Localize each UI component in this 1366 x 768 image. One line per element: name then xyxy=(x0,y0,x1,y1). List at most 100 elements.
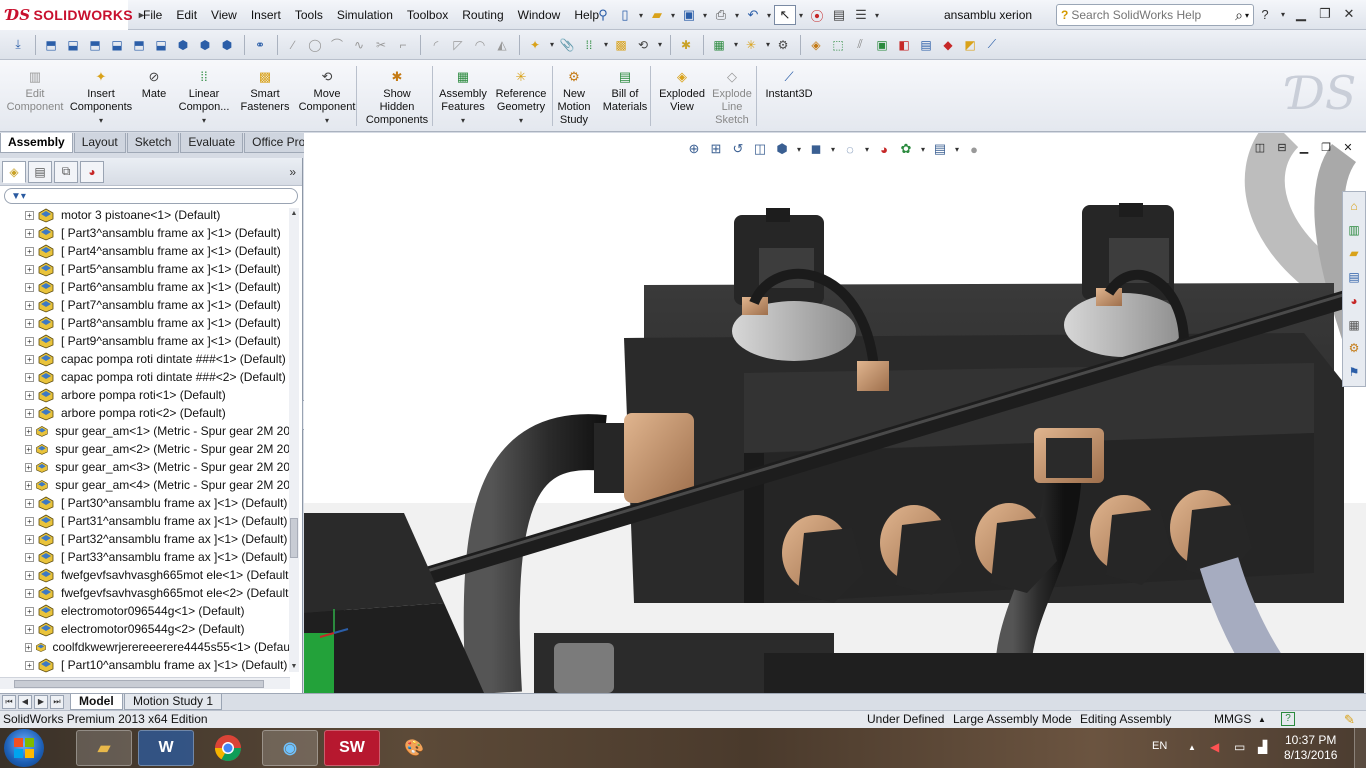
network-status-icon[interactable]: ▭ xyxy=(1234,740,1245,754)
first-tab-icon[interactable]: ⏮ xyxy=(2,695,16,709)
configuration-manager-tab-icon[interactable]: ⧉ xyxy=(54,160,78,183)
clock[interactable]: 10:37 PM 8/13/2016 xyxy=(1284,733,1337,763)
previous-tab-icon[interactable]: ◀ xyxy=(18,695,32,709)
tab-model[interactable]: Model xyxy=(70,694,123,710)
new-motion-study-button[interactable]: ⚙ New Motion Study xyxy=(556,66,592,127)
open-dropdown-icon[interactable]: ▾ xyxy=(668,5,678,25)
search-dropdown-icon[interactable]: ▾ xyxy=(1245,11,1249,20)
tree-item[interactable]: + [ Part32^ansamblu frame ax ]<1> (Defaul… xyxy=(0,530,290,548)
new-dropdown-icon[interactable]: ▾ xyxy=(636,5,646,25)
tree-item[interactable]: + [ Part5^ansamblu frame ax ]<1> (Default… xyxy=(0,260,290,278)
routing-library-icon[interactable]: ⚙ xyxy=(1344,339,1364,359)
linear-component-button[interactable]: ⁞⁞ Linear Compon... ▾ xyxy=(178,66,230,127)
edit-component-button[interactable]: ▥ Edit Component xyxy=(6,66,64,114)
tree-item[interactable]: + arbore pompa roti<2> (Default) xyxy=(0,404,290,422)
apply-scene-icon[interactable]: ✿ xyxy=(896,139,916,159)
trimetric-view-icon[interactable]: ⬢ xyxy=(195,35,215,55)
expand-toggle-icon[interactable]: + xyxy=(25,534,34,544)
scroll-up-icon[interactable]: ▲ xyxy=(289,210,299,217)
toolbar-tool-3-icon[interactable]: ⫽ xyxy=(850,35,870,55)
units-selector[interactable]: MMGS xyxy=(1214,712,1251,726)
smart-fasteners-button[interactable]: ▩ Smart Fasteners xyxy=(238,66,292,114)
expand-toggle-icon[interactable]: + xyxy=(25,264,34,274)
view-settings-dropdown-icon[interactable]: ▾ xyxy=(952,139,962,159)
reference-geometry-toolbar-icon[interactable]: ✳ xyxy=(741,35,761,55)
print-dropdown-icon[interactable]: ▾ xyxy=(732,5,742,25)
view-palette-icon[interactable]: ▤ xyxy=(1344,267,1364,287)
tree-item[interactable]: + arbore pompa roti<1> (Default) xyxy=(0,386,290,404)
pin-icon[interactable]: ⚲ xyxy=(592,5,614,25)
tab-assembly[interactable]: Assembly xyxy=(0,133,73,153)
tree-item[interactable]: + [ Part10^ansamblu frame ax ]<1> (Defaul… xyxy=(0,656,290,674)
expand-toggle-icon[interactable]: + xyxy=(25,588,34,598)
network-signal-icon[interactable]: ▟ xyxy=(1258,740,1267,754)
taskbar-chrome-icon[interactable] xyxy=(200,730,256,766)
insert-component-dropdown-icon[interactable]: ▾ xyxy=(547,35,557,55)
save-dropdown-icon[interactable]: ▾ xyxy=(700,5,710,25)
insert-component-toolbar-icon[interactable]: ✦ xyxy=(525,35,545,55)
expand-toggle-icon[interactable]: + xyxy=(25,552,34,562)
expand-toggle-icon[interactable]: + xyxy=(25,408,34,418)
tree-item[interactable]: + fwefgevfsavhvasgh665mot ele<2> (Default xyxy=(0,584,290,602)
tree-item[interactable]: + spur gear_am<3> (Metric - Spur gear 2M … xyxy=(0,458,290,476)
tree-vertical-scrollbar[interactable]: ▲ ▼ xyxy=(289,208,299,672)
graphics-area[interactable]: ⊕ ⊞ ↺ ◫ ⬢ ▾ ◼ ▾ ◌ ▾ ◕ ✿ ▾ ▤ ▾ ● ◫ ⊟ ▁ ❐ ✕ ⌂ ▥… xyxy=(304,133,1366,693)
select-cursor-icon[interactable]: ↖ xyxy=(774,5,796,25)
tree-item[interactable]: + coolfdkwewrjerereeerere4445s55<1> (Defa… xyxy=(0,638,290,656)
expand-toggle-icon[interactable]: + xyxy=(25,660,34,670)
volume-icon[interactable]: ◀ xyxy=(1210,740,1219,754)
top-view-icon[interactable]: ⬒ xyxy=(129,35,149,55)
tasks-icon[interactable]: ⚑ xyxy=(1344,362,1364,382)
notification-icon[interactable]: ✎ xyxy=(1344,712,1355,728)
show-hidden-components-button[interactable]: ✱ Show Hidden Components xyxy=(364,66,430,127)
tree-item[interactable]: + capac pompa roti dintate ###<2> (Defaul… xyxy=(0,368,290,386)
restore-icon[interactable]: ❐ xyxy=(1314,4,1336,24)
minimize-icon[interactable]: ▁ xyxy=(1290,4,1312,24)
menu-file[interactable]: File xyxy=(136,0,169,30)
toolbar-tool-4-icon[interactable]: ▣ xyxy=(872,35,892,55)
move-component-button[interactable]: ⟲ Move Component ▾ xyxy=(296,66,358,127)
toolbar-tool-9-icon[interactable]: ⟋ xyxy=(982,35,1002,55)
previous-view-icon[interactable]: ↺ xyxy=(728,139,748,159)
expand-toggle-icon[interactable]: + xyxy=(25,300,34,310)
expand-toggle-icon[interactable]: + xyxy=(25,462,33,472)
expand-toggle-icon[interactable]: + xyxy=(25,354,34,364)
smart-fastener-toolbar-icon[interactable]: ▩ xyxy=(611,35,631,55)
right-view-icon[interactable]: ⬓ xyxy=(107,35,127,55)
help-search-input[interactable] xyxy=(1071,8,1222,22)
expand-toggle-icon[interactable]: + xyxy=(25,642,32,652)
pattern-dropdown-icon[interactable]: ▾ xyxy=(601,35,611,55)
custom-properties-icon[interactable]: ▦ xyxy=(1344,315,1364,335)
expand-toggle-icon[interactable]: + xyxy=(25,570,34,580)
taskbar-paint-icon[interactable]: 🎨 xyxy=(386,730,442,766)
quick-tips-icon[interactable]: ? xyxy=(1281,712,1295,726)
tree-item[interactable]: + [ Part7^ansamblu frame ax ]<1> (Default… xyxy=(0,296,290,314)
tree-item[interactable]: + capac pompa roti dintate ###<1> (Defaul… xyxy=(0,350,290,368)
appearances-icon[interactable]: ◕ xyxy=(1344,291,1364,311)
new-document-icon[interactable]: ▯ xyxy=(614,5,636,25)
tree-item[interactable]: + [ Part6^ansamblu frame ax ]<1> (Default… xyxy=(0,278,290,296)
expand-toggle-icon[interactable]: + xyxy=(25,246,34,256)
display-manager-tab-icon[interactable]: ◕ xyxy=(80,160,104,183)
tab-evaluate[interactable]: Evaluate xyxy=(180,133,244,153)
tree-item[interactable]: + motor 3 pistoane<1> (Default) xyxy=(0,206,290,224)
viewport-tile-icon[interactable]: ⊟ xyxy=(1274,139,1290,155)
help-icon[interactable]: ? xyxy=(1254,4,1276,24)
back-view-icon[interactable]: ⬓ xyxy=(63,35,83,55)
reference-dropdown-icon[interactable]: ▾ xyxy=(763,35,773,55)
help-dropdown-icon[interactable]: ▾ xyxy=(1278,4,1288,24)
tree-item[interactable]: + spur gear_am<2> (Metric - Spur gear 2M … xyxy=(0,440,290,458)
close-icon[interactable]: ✕ xyxy=(1338,4,1360,24)
explode-line-sketch-button[interactable]: ◇ Explode Line Sketch xyxy=(708,66,756,127)
toolbar-tool-1-icon[interactable]: ◈ xyxy=(806,35,826,55)
undo-dropdown-icon[interactable]: ▾ xyxy=(764,5,774,25)
tree-filter[interactable]: ▼▾ xyxy=(4,188,298,204)
expand-toggle-icon[interactable]: + xyxy=(25,372,34,382)
menu-simulation[interactable]: Simulation xyxy=(330,0,400,30)
move-dropdown-icon[interactable]: ▾ xyxy=(655,35,665,55)
zoom-to-fit-icon[interactable]: ⊕ xyxy=(684,139,704,159)
mate-toolbar-icon[interactable]: 📎 xyxy=(557,35,577,55)
expand-toggle-icon[interactable]: + xyxy=(25,498,34,508)
help-search-box[interactable]: ? ⌕ ▾ xyxy=(1056,4,1254,26)
realview-icon[interactable]: ● xyxy=(964,139,984,159)
